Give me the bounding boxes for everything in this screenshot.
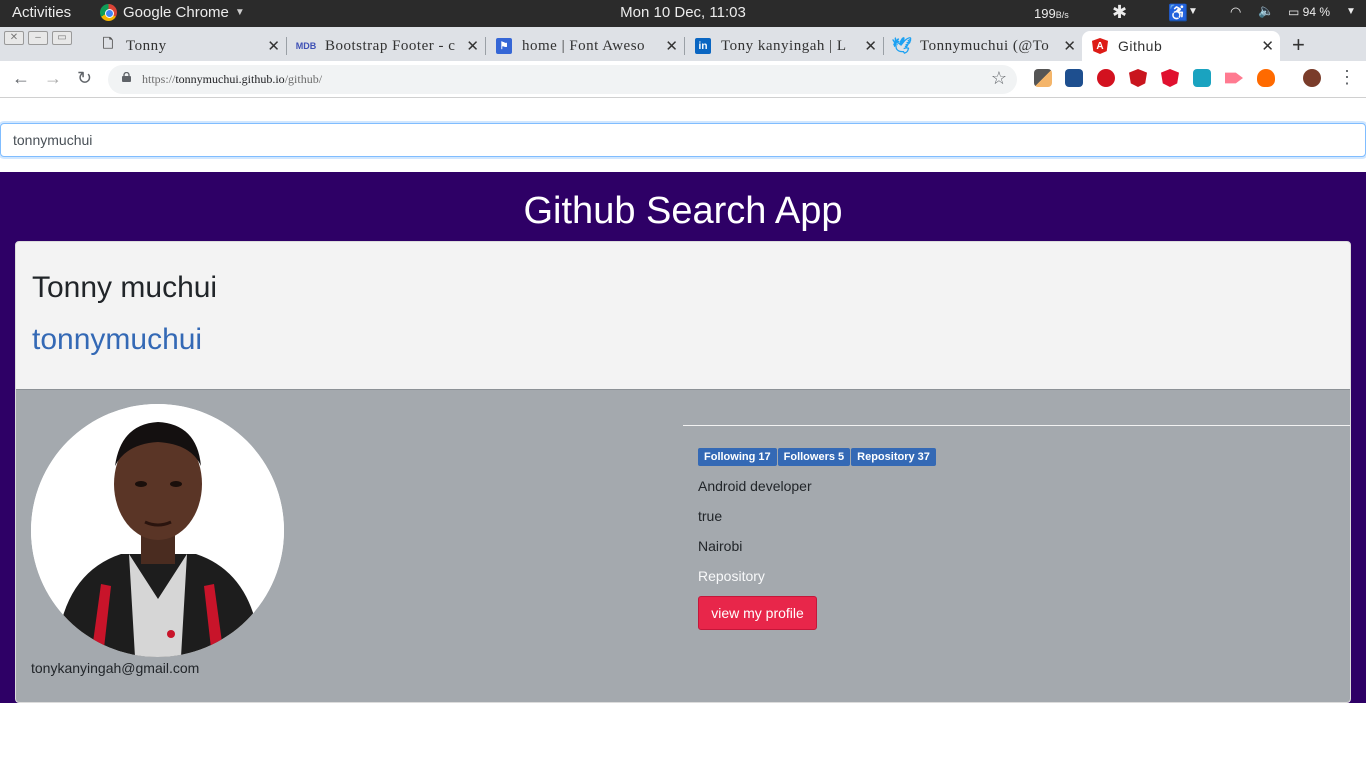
window-controls: ✕ – ▭ [4,31,72,45]
profile-bio: Android developer [698,478,812,494]
close-tab-icon[interactable]: ✕ [665,37,678,55]
browser-toolbar: ← → ↻ https://tonnymuchui.github.io/gith… [0,61,1366,98]
volume-icon[interactable]: 🔈 [1258,3,1274,19]
close-tab-icon[interactable]: ✕ [1063,37,1076,55]
chevron-down-icon[interactable]: ▼ [1188,6,1198,17]
linkedin-icon: in [695,38,711,54]
profile-location: Nairobi [698,538,743,554]
stats-badges: Following 17 Followers 5 Repository 37 [698,448,937,466]
profile-name: Tonny muchui [32,271,218,304]
angular-icon: A [1092,38,1108,54]
view-profile-button[interactable]: view my profile [698,596,817,630]
close-tab-icon[interactable]: ✕ [1261,37,1274,55]
cleaner-extension-icon[interactable] [1193,69,1211,87]
profile-avatar-icon[interactable] [1303,69,1321,87]
red-drop-extension-icon[interactable] [1097,69,1115,87]
color-picker-extension-icon[interactable] [1034,69,1052,87]
close-tab-icon[interactable]: ✕ [864,37,877,55]
extension-puzzle-icon[interactable]: ✱ [1112,2,1127,23]
page-icon: 🗋 [102,36,114,51]
lock-icon [122,72,131,82]
address-bar[interactable]: https://tonnymuchui.github.io/github/ ☆ [108,65,1017,94]
tab-linkedin[interactable]: in Tony kanyingah | L ✕ [695,31,883,61]
avatar [31,404,284,657]
close-tab-icon[interactable]: ✕ [466,37,479,55]
hero-section: Github Search App Tonny muchui tonnymuch… [0,172,1366,703]
chrome-icon [100,4,117,21]
app-menu[interactable]: Google Chrome ▼ [100,4,245,21]
tab-github[interactable]: A Github ✕ [1082,31,1280,61]
menu-kebab-icon[interactable]: ⋮ [1338,67,1356,88]
close-tab-icon[interactable]: ✕ [267,37,280,55]
shield-extension-icon[interactable] [1129,69,1147,87]
forward-arrow-icon[interactable]: → [44,68,62,89]
tab-twitter[interactable]: 🕊 Tonnymuchui (@To ✕ [891,31,1082,61]
profile-card-body: tonykanyingah@gmail.com Following 17 Fol… [16,389,1350,702]
followers-badge: Followers 5 [777,448,851,466]
maximize-window-icon[interactable]: ▭ [52,31,72,45]
flag-icon: ⚑ [496,38,512,54]
wifi-icon[interactable]: ◠ [1230,4,1241,20]
twitter-icon: 🕊 [891,38,913,55]
tab-strip: ✕ – ▭ 🗋 Tonny ✕ MDB Bootstrap Footer - c… [0,27,1366,61]
play-shield-extension-icon[interactable] [1161,69,1179,87]
chevron-down-icon[interactable]: ▼ [1346,6,1356,17]
profile-login-link[interactable]: tonnymuchui [32,323,202,357]
net-speed: 199B/s [1034,6,1069,21]
tab-bootstrap-footer[interactable]: MDB Bootstrap Footer - c ✕ [295,31,485,61]
back-arrow-icon[interactable]: ← [12,68,30,89]
following-badge: Following 17 [698,448,777,466]
search-input[interactable] [0,123,1366,157]
arrow-extension-icon[interactable] [1225,72,1243,84]
tab-tonny[interactable]: 🗋 Tonny ✕ [100,31,286,61]
battery-status[interactable]: ▭ 94 % [1288,5,1330,19]
new-tab-button[interactable]: + [1292,32,1305,58]
system-top-bar: Activities Google Chrome ▼ Mon 10 Dec, 1… [0,0,1366,27]
chevron-down-icon: ▼ [234,7,245,18]
activities-button[interactable]: Activities [12,4,71,21]
fire-extension-icon[interactable] [1257,69,1275,87]
profile-card: Tonny muchui tonnymuchui tonykanyingah@g… [15,241,1351,703]
avatar-photo [31,404,284,657]
app-name: Google Chrome [123,4,229,21]
mdb-icon: MDB [295,41,317,51]
briefcase-extension-icon[interactable] [1065,69,1083,87]
close-window-icon[interactable]: ✕ [4,31,24,45]
url-text: https://tonnymuchui.github.io/github/ [142,72,323,86]
profile-email: tonykanyingah@gmail.com [31,660,200,676]
divider [683,425,1350,426]
repository-badge: Repository 37 [851,448,936,466]
reload-icon[interactable]: ↻ [77,68,92,89]
profile-hireable: true [698,508,723,524]
minimize-window-icon[interactable]: – [28,31,48,45]
tab-font-awesome[interactable]: ⚑ home | Font Aweso ✕ [496,31,684,61]
clock[interactable]: Mon 10 Dec, 11:03 [620,4,746,21]
bookmark-star-icon[interactable]: ☆ [991,68,1007,89]
accessibility-icon[interactable]: ♿ [1168,3,1188,23]
repository-link[interactable]: Repository [698,568,765,584]
page-title: Github Search App [523,190,843,232]
